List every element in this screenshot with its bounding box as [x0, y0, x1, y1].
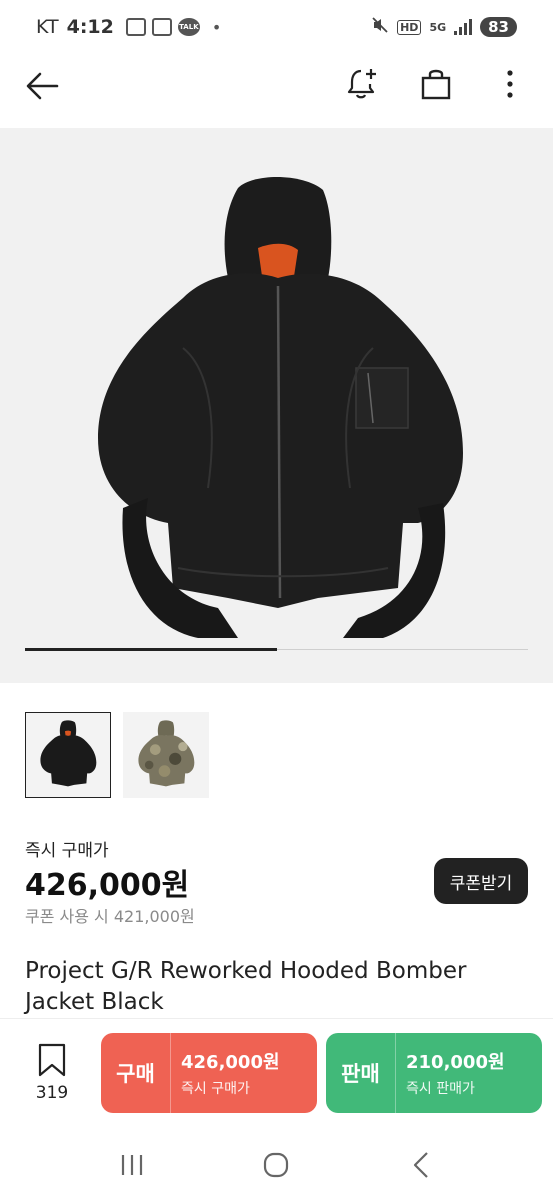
shopping-bag-button[interactable] — [414, 62, 458, 106]
bottom-action-bar: 319 구매 426,000원 즉시 구매가 판매 210,000원 즉시 판매… — [0, 1018, 553, 1130]
sell-sublabel: 즉시 판매가 — [406, 1081, 475, 1097]
price-label: 즉시 구매가 — [25, 841, 109, 861]
buy-info: 426,000원 즉시 구매가 — [171, 1048, 280, 1098]
buy-button[interactable]: 구매 426,000원 즉시 구매가 — [101, 1033, 317, 1113]
system-navigation-bar — [0, 1130, 553, 1200]
network-type-icon: 5G — [429, 20, 447, 34]
status-right: HD 5G 83 — [371, 16, 517, 39]
bell-plus-icon — [347, 69, 376, 99]
home-icon — [264, 1152, 289, 1178]
thumbnail-black-image — [40, 720, 97, 787]
get-coupon-button[interactable]: 쿠폰받기 — [434, 858, 528, 904]
recents-button[interactable] — [112, 1145, 152, 1185]
recents-icon — [122, 1155, 143, 1175]
carrier-label: KT — [36, 16, 59, 38]
notification-subscribe-button[interactable] — [340, 62, 384, 106]
product-image-gallery[interactable] — [0, 128, 553, 683]
instant-buy-price: 426,000원 — [25, 868, 190, 903]
wishlist-count: 319 — [35, 1083, 69, 1103]
status-left: KT 4:12 TALK • — [36, 16, 221, 38]
product-title: Project G/R Reworked Hooded Bomber Jacke… — [25, 958, 467, 1015]
sell-button[interactable]: 판매 210,000원 즉시 판매가 — [326, 1033, 542, 1113]
system-back-icon — [413, 1152, 428, 1178]
more-notifications-dot: • — [211, 17, 222, 37]
more-options-button[interactable] — [488, 62, 532, 106]
buy-sublabel: 즉시 구매가 — [181, 1081, 250, 1097]
hd-voice-icon: HD — [397, 19, 422, 35]
sell-price: 210,000원 — [406, 1052, 505, 1073]
top-nav — [0, 54, 553, 128]
buy-price: 426,000원 — [181, 1052, 280, 1073]
color-thumbnails — [25, 712, 209, 798]
screenshot-icon — [125, 18, 146, 36]
thumbnail-camo-image — [138, 720, 195, 787]
thumbnail-camo[interactable] — [123, 712, 209, 798]
system-back-button[interactable] — [401, 1145, 441, 1185]
more-vertical-icon — [507, 70, 513, 98]
thumbnail-black[interactable] — [25, 712, 111, 798]
back-arrow-icon — [26, 72, 59, 100]
mute-icon — [371, 16, 389, 39]
status-bar: KT 4:12 TALK • HD 5G 83 — [0, 0, 553, 54]
back-button[interactable] — [20, 64, 64, 108]
sell-label: 판매 — [326, 1033, 396, 1113]
wishlist-button[interactable]: 319 — [24, 1043, 80, 1103]
home-button[interactable] — [256, 1145, 296, 1185]
kakaotalk-icon: TALK — [177, 18, 200, 36]
gallery-progress-fill — [25, 648, 277, 651]
product-image-jacket — [98, 176, 463, 638]
shopping-bag-icon — [421, 69, 451, 100]
coupon-price-text: 쿠폰 사용 시 421,000원 — [25, 907, 195, 926]
signal-icon — [454, 19, 473, 35]
clock: 4:12 — [66, 16, 114, 38]
bookmark-icon — [38, 1043, 66, 1077]
sell-info: 210,000원 즉시 판매가 — [396, 1048, 505, 1098]
buy-label: 구매 — [101, 1033, 171, 1113]
battery-indicator: 83 — [480, 17, 517, 37]
notification-icons: TALK • — [125, 17, 222, 37]
gallery-icon — [151, 18, 172, 36]
